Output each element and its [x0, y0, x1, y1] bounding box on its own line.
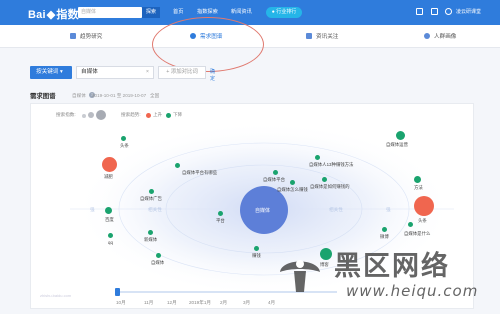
add-compare-button[interactable]: + 添加对比词 [158, 66, 206, 79]
graph-node[interactable] [148, 230, 153, 235]
axis-far-left: 强 [90, 207, 95, 212]
graph-node-label: 自媒体平台有哪些 [182, 170, 218, 175]
site-mark: zhishu.baidu.com [40, 293, 72, 298]
section-source: 自媒体 [72, 93, 86, 98]
section-date-range: 2019-10-01 至 2019-10-07 [92, 93, 147, 98]
remove-keyword-icon[interactable]: × [146, 69, 149, 75]
graph-node[interactable] [396, 131, 405, 140]
baidu-logo[interactable]: Bai◆指数 [28, 6, 79, 22]
section-scope: 全国 [150, 93, 160, 98]
top-navbar: Bai◆指数 自媒体 探索 首页 指数探索 新闻资讯 ● 行业排行 凌云研课堂 [0, 0, 500, 25]
keyword-field[interactable]: 自媒体 [76, 66, 154, 79]
confirm-button[interactable]: 确定 [210, 68, 215, 82]
search-input[interactable]: 自媒体 [78, 7, 142, 18]
highlight-circle [152, 17, 264, 72]
timeline-label: 11月 [144, 300, 154, 305]
timeline-label: 10月 [116, 300, 126, 305]
section-title: 需求图谱 [30, 93, 56, 100]
message-icon[interactable] [416, 8, 423, 15]
graph-node-label: 赚钱 [252, 253, 261, 258]
graph-node-label: 自媒体广告 [140, 196, 162, 201]
graph-node[interactable] [414, 176, 421, 183]
timeline-label: 3月 [243, 300, 251, 305]
site-watermark: 黑区网络 www.heiqu.com [276, 244, 490, 304]
graph-node[interactable] [156, 253, 161, 258]
graph-node[interactable] [290, 180, 295, 185]
graph-node[interactable] [382, 227, 387, 232]
nav-explore[interactable]: 指数探索 [197, 8, 218, 15]
graph-node[interactable] [175, 163, 180, 168]
axis-far-right: 强 [386, 207, 391, 212]
timeline-label: 2月 [220, 300, 228, 305]
user-name[interactable]: 凌云研课堂 [456, 8, 481, 15]
tab-trend[interactable]: 趋势研究 [70, 32, 102, 40]
graph-node[interactable] [108, 233, 113, 238]
graph-node-label: 减肥 [104, 174, 113, 179]
graph-node[interactable] [149, 189, 154, 194]
graph-node-label: 头条 [418, 218, 427, 223]
graph-node-label: 百度 [105, 217, 114, 222]
graph-node[interactable] [315, 155, 320, 160]
timeline-handle[interactable] [115, 288, 120, 296]
graph-node[interactable] [218, 211, 223, 216]
graph-node[interactable] [121, 136, 126, 141]
graph-node[interactable] [105, 207, 112, 214]
graph-node-label: qq [108, 240, 113, 245]
graph-node-label: 自媒体平台 [263, 177, 285, 182]
graph-node[interactable] [322, 177, 327, 182]
graph-node[interactable] [102, 157, 117, 172]
axis-right: 相关性 [329, 207, 343, 212]
graph-node-label: 自媒体怎么赚钱 [277, 187, 308, 192]
graph-node-label: 自媒体 [151, 260, 165, 265]
timeline-label: 12月 [167, 300, 177, 305]
tab-news[interactable]: 资讯关注 [306, 32, 338, 40]
search-button[interactable]: 探索 [142, 7, 160, 18]
nav-home[interactable]: 首页 [173, 8, 183, 15]
chart-icon [70, 33, 76, 39]
graph-node-label: 自媒体是如何赚钱的 [310, 184, 350, 189]
graph-center-label: 自媒体 [255, 208, 271, 214]
news-icon [306, 33, 312, 39]
timeline-label: 2019年1月 [189, 300, 211, 305]
graph-node-label: 自媒体人13种赚钱方法 [309, 162, 354, 167]
graph-node-label: 方法 [414, 185, 423, 190]
graph-node[interactable] [273, 170, 278, 175]
axis-left: 相关性 [148, 207, 162, 212]
graph-node[interactable] [254, 246, 259, 251]
graph-node-label: 自媒体运营 [386, 142, 408, 147]
nav-news[interactable]: 新闻资讯 [231, 8, 252, 15]
mobile-icon[interactable] [431, 8, 438, 15]
person-icon [424, 33, 430, 39]
mushroom-icon [280, 260, 320, 292]
tab-audience[interactable]: 人群画像 [424, 32, 456, 40]
timeline-label: 4月 [268, 300, 276, 305]
nav-ranking-button[interactable]: ● 行业排行 [266, 7, 302, 18]
graph-node[interactable] [408, 222, 413, 227]
graph-node[interactable] [414, 196, 434, 216]
watermark-title: 黑区网络 [334, 251, 450, 282]
graph-node-label: 新媒体 [144, 237, 158, 242]
user-icon[interactable] [445, 8, 452, 15]
graph-node-label: 自媒体是什么 [404, 231, 431, 236]
keyword-type-dropdown[interactable]: 按关键词 ▾ [30, 66, 72, 79]
graph-node-label: 微博 [380, 234, 389, 239]
graph-node-label: 头条 [120, 143, 129, 148]
watermark-url: www.heiqu.com [346, 282, 479, 300]
graph-node-label: 平台 [216, 218, 225, 223]
